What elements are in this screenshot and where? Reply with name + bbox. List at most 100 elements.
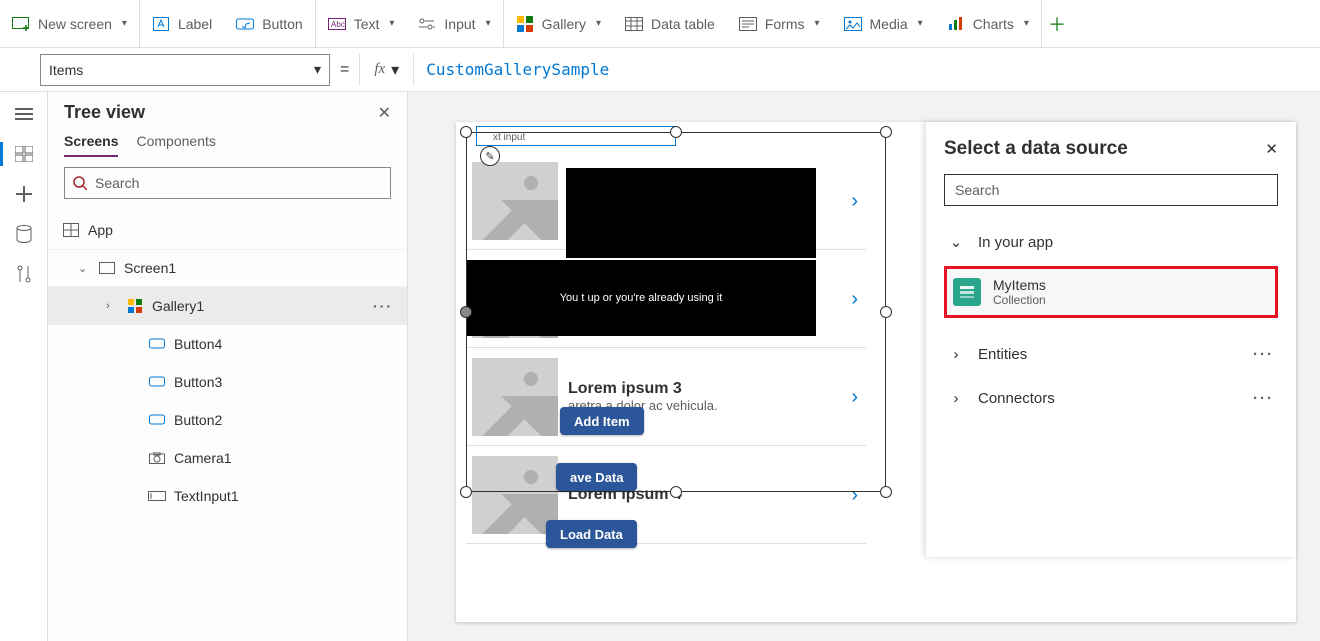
add-item-button[interactable]: Add Item	[560, 407, 644, 435]
insert-icon[interactable]	[14, 184, 34, 204]
datatable-icon	[625, 15, 643, 33]
app-icon	[62, 223, 80, 237]
gallery-icon	[126, 299, 144, 313]
equals-sign: =	[340, 61, 349, 79]
app-frame: Lorem ipsum 1 sit amet, › metus, tincidu…	[456, 122, 1296, 622]
node-label: Gallery1	[152, 298, 204, 314]
media-label: Media	[870, 16, 908, 32]
media-button[interactable]: Media ▾	[832, 0, 935, 47]
node-label: Button2	[174, 412, 222, 428]
camera-icon	[148, 452, 166, 464]
tab-screens[interactable]: Screens	[64, 133, 118, 157]
chevron-down-icon: ▾	[814, 18, 819, 29]
load-data-button[interactable]: Load Data	[546, 520, 637, 548]
resize-handle[interactable]	[460, 306, 472, 318]
tree-node-button4[interactable]: Button4	[48, 325, 407, 363]
label-icon	[152, 15, 170, 33]
tab-components[interactable]: Components	[136, 133, 215, 157]
datatable-button[interactable]: Data table	[613, 0, 727, 47]
datatable-label: Data table	[651, 16, 715, 32]
ds-section-label: Connectors	[978, 390, 1055, 407]
close-icon[interactable]: ✕	[1265, 140, 1278, 158]
button-label: Button	[262, 16, 302, 32]
close-icon[interactable]: ✕	[378, 103, 391, 123]
search-icon	[73, 176, 87, 190]
new-screen-label: New screen	[38, 16, 112, 32]
data-icon[interactable]	[14, 224, 34, 244]
forms-label: Forms	[765, 16, 805, 32]
tree-node-textinput1[interactable]: TextInput1	[48, 477, 407, 515]
tree-view-panel: Tree view ✕ Screens Components Search Ap…	[48, 92, 408, 641]
forms-icon	[739, 15, 757, 33]
more-icon[interactable]: ···	[1253, 346, 1274, 363]
forms-button[interactable]: Forms ▾	[727, 0, 832, 47]
ds-item-sublabel: Collection	[993, 293, 1046, 307]
fx-button[interactable]: fx ▾	[359, 54, 414, 86]
chevron-down-icon: ⌄	[78, 262, 90, 275]
edit-pencil-icon[interactable]: ✎	[480, 146, 500, 166]
input-button[interactable]: Input ▾	[406, 0, 502, 47]
more-icon[interactable]: ···	[373, 298, 393, 314]
chevron-down-icon: ▾	[596, 18, 601, 29]
resize-handle[interactable]	[460, 126, 472, 138]
button-icon	[236, 15, 254, 33]
input-icon	[418, 15, 436, 33]
chevron-right-icon: ›	[106, 300, 118, 312]
ds-section-entities[interactable]: › Entities ···	[944, 332, 1278, 376]
resize-handle[interactable]	[880, 486, 892, 498]
hamburger-icon[interactable]	[14, 104, 34, 124]
button-button[interactable]: Button	[224, 0, 314, 47]
data-source-panel: Select a data source ✕ Search ⌄ In your …	[926, 122, 1296, 557]
collection-icon	[953, 278, 981, 306]
tree-search-input[interactable]: Search	[64, 167, 391, 199]
chevron-down-icon: ▾	[389, 18, 394, 29]
tree-node-app[interactable]: App	[48, 211, 407, 249]
tree-view-icon[interactable]	[14, 144, 34, 164]
chevron-down-icon: ▾	[486, 18, 491, 29]
chevron-right-icon: ›	[948, 390, 964, 407]
add-icon-button[interactable]: ＋	[1042, 0, 1072, 47]
label-button[interactable]: Label	[140, 0, 224, 47]
ribbon-toolbar: New screen ▾ Label Button Abc Text ▾ Inp…	[0, 0, 1320, 48]
resize-handle[interactable]	[670, 126, 682, 138]
tree-node-screen1[interactable]: ⌄ Screen1	[48, 249, 407, 287]
tree-node-button2[interactable]: Button2	[48, 401, 407, 439]
selection-outline: xt input ✎	[466, 132, 886, 492]
ds-item-myitems[interactable]: MyItems Collection	[944, 266, 1278, 318]
property-selector[interactable]: Items ▾	[40, 54, 330, 86]
chevron-down-icon: ▾	[314, 61, 321, 78]
charts-icon	[947, 15, 965, 33]
tree-node-camera1[interactable]: Camera1	[48, 439, 407, 477]
chevron-right-icon: ›	[948, 346, 964, 363]
new-screen-icon	[12, 15, 30, 33]
chevron-down-icon: ▾	[391, 60, 399, 80]
ds-item-label: MyItems	[993, 277, 1046, 293]
node-label: Button3	[174, 374, 222, 390]
formula-input[interactable]: CustomGallerySample	[414, 60, 1320, 79]
tools-icon[interactable]	[14, 264, 34, 284]
ds-search-input[interactable]: Search	[944, 174, 1278, 206]
resize-handle[interactable]	[670, 486, 682, 498]
ds-section-in-your-app[interactable]: ⌄ In your app	[944, 220, 1278, 264]
canvas[interactable]: Lorem ipsum 1 sit amet, › metus, tincidu…	[408, 92, 1320, 641]
node-label: Screen1	[124, 260, 176, 276]
more-icon[interactable]: ···	[1253, 390, 1274, 407]
ds-panel-title: Select a data source	[944, 138, 1128, 160]
resize-handle[interactable]	[460, 486, 472, 498]
charts-label: Charts	[973, 16, 1014, 32]
resize-handle[interactable]	[880, 126, 892, 138]
resize-handle[interactable]	[880, 306, 892, 318]
save-data-button[interactable]: ave Data	[556, 463, 637, 491]
gallery-icon	[516, 15, 534, 33]
charts-button[interactable]: Charts ▾	[935, 0, 1041, 47]
text-button[interactable]: Abc Text ▾	[316, 0, 407, 47]
button-icon	[148, 338, 166, 350]
chevron-down-icon: ▾	[122, 18, 127, 29]
new-screen-button[interactable]: New screen ▾	[0, 0, 139, 47]
tree-node-gallery1[interactable]: › Gallery1 ···	[48, 287, 407, 325]
ds-section-connectors[interactable]: › Connectors ···	[944, 376, 1278, 420]
fx-icon: fx	[374, 61, 385, 78]
media-icon	[844, 15, 862, 33]
gallery-button[interactable]: Gallery ▾	[504, 0, 613, 47]
tree-node-button3[interactable]: Button3	[48, 363, 407, 401]
